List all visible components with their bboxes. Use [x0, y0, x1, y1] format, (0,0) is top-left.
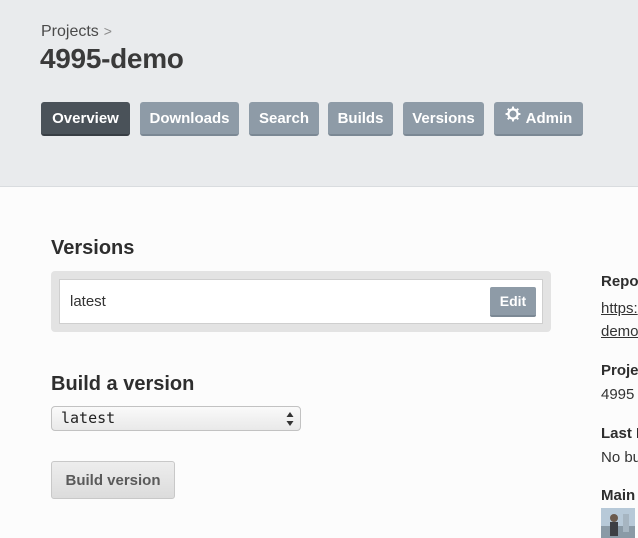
- tab-admin-label: Admin: [525, 110, 573, 127]
- gear-icon: [505, 101, 521, 135]
- version-row: latest Edit: [59, 279, 543, 324]
- breadcrumb: Projects >: [41, 23, 112, 41]
- tab-builds[interactable]: Builds: [328, 102, 393, 136]
- tab-admin[interactable]: Admin: [494, 102, 583, 136]
- tab-downloads[interactable]: Downloads: [140, 102, 239, 136]
- tab-versions[interactable]: Versions: [403, 102, 484, 136]
- last-built-label: Last B: [601, 425, 638, 442]
- page-title: 4995-demo: [40, 43, 184, 74]
- tab-overview[interactable]: Overview: [41, 102, 130, 136]
- project-sidebar: Repo https: demo Proje 4995 Last B No bu…: [601, 273, 638, 538]
- versions-heading: Versions: [51, 237, 135, 259]
- breadcrumb-projects-link[interactable]: Projects: [41, 23, 99, 40]
- build-version-button[interactable]: Build version: [51, 461, 175, 499]
- select-arrows-icon: [286, 411, 294, 432]
- maintainer-avatar[interactable]: [601, 508, 635, 538]
- repository-link-continued[interactable]: demo: [601, 323, 638, 340]
- build-version-heading: Build a version: [51, 373, 195, 395]
- tab-search[interactable]: Search: [249, 102, 319, 136]
- version-select[interactable]: latest: [51, 406, 301, 431]
- maintainers-label: Main: [601, 487, 636, 504]
- project-slug-label: Proje: [601, 362, 638, 379]
- version-name-link[interactable]: latest: [70, 293, 106, 310]
- repository-link[interactable]: https:: [601, 300, 638, 317]
- repository-label: Repo: [601, 273, 638, 290]
- breadcrumb-separator: >: [103, 23, 112, 39]
- edit-version-button[interactable]: Edit: [490, 287, 536, 317]
- project-slug-value: 4995: [601, 386, 635, 403]
- project-header: Projects > 4995-demo Overview Downloads S…: [0, 0, 638, 187]
- version-select-value: latest: [61, 409, 116, 427]
- last-built-value: No bu: [601, 449, 638, 466]
- versions-list: latest Edit: [51, 271, 551, 332]
